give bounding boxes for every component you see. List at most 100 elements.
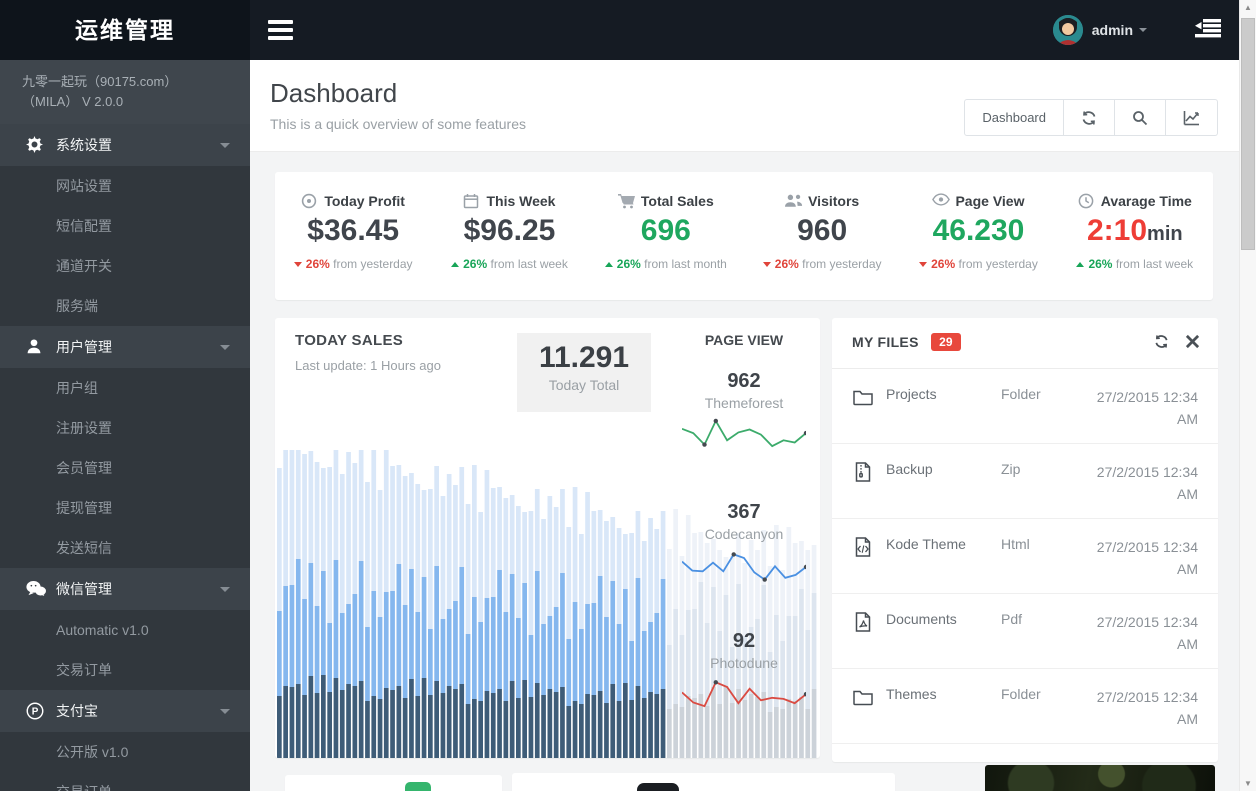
stat-value: 46.230 [900, 214, 1056, 248]
sidebar-section-label: 支付宝 [56, 701, 98, 721]
file-date: 27/2/2015 12:34AM [1071, 686, 1198, 743]
close-icon[interactable] [1185, 334, 1200, 349]
file-name: Themes [886, 686, 1001, 743]
file-date: 27/2/2015 12:34AM [1071, 461, 1198, 518]
sidebar-item[interactable]: 会员管理 [0, 448, 250, 488]
sparkline-chart [682, 545, 806, 589]
sidebar-menu: 系统设置网站设置短信配置通道开关服务端用户管理用户组注册设置会员管理提现管理发送… [0, 124, 250, 791]
my-files-count-badge: 29 [931, 333, 960, 351]
file-row[interactable]: BackupZip27/2/2015 12:34AM [832, 444, 1218, 519]
my-files-header: MY FILES 29 [832, 318, 1218, 368]
stat-total-sales: Total Sales69626% from last month [588, 172, 744, 300]
sidebar-item[interactable]: 通道开关 [0, 246, 250, 286]
stat-value: $36.45 [275, 214, 431, 248]
refresh-button[interactable] [1064, 99, 1115, 136]
page-subtitle: This is a quick overview of some feature… [270, 116, 526, 132]
calendar-icon [463, 193, 479, 209]
stat-trend: 26% from yesterday [275, 257, 431, 271]
stat-trend: 26% from yesterday [744, 257, 900, 271]
page-view-photodune: 92Photodune [671, 630, 817, 723]
today-total-box: 11.291 Today Total [517, 333, 651, 412]
target-icon [301, 193, 317, 209]
page-view-value: 962 [671, 370, 817, 393]
trend-down-icon [919, 262, 927, 267]
chart-line-icon [1183, 110, 1200, 126]
stat-today-profit: Today Profit$36.4526% from yesterday [275, 172, 431, 300]
sidebar-section-label: 微信管理 [56, 579, 112, 599]
sidebar-item[interactable]: 短信配置 [0, 206, 250, 246]
file-date: 27/2/2015 12:34AM [1071, 386, 1198, 443]
user-menu[interactable]: admin [1092, 22, 1133, 38]
search-button[interactable] [1115, 99, 1166, 136]
folder-icon [852, 386, 874, 408]
chevron-down-icon [220, 345, 230, 350]
sidebar-section-alipay[interactable]: P 支付宝 [0, 690, 250, 732]
site-info: 九零一起玩（90175.com） （MILA） V 2.0.0 [0, 60, 250, 124]
right-sidebar-toggle-icon[interactable] [1195, 18, 1221, 43]
avatar[interactable] [1053, 15, 1083, 45]
chevron-down-icon [1139, 28, 1147, 32]
sidebar-item[interactable]: 网站设置 [0, 166, 250, 206]
file-row[interactable]: ThemesFolder27/2/2015 12:34AM [832, 669, 1218, 744]
file-type: Folder [1001, 386, 1071, 443]
site-name: 九零一起玩（90175.com） [22, 72, 250, 92]
sidebar-item[interactable]: Automatic v1.0 [0, 610, 250, 650]
trend-down-icon [763, 262, 771, 267]
bottom-panel-photo [985, 765, 1215, 791]
stat-label: Avarage Time [1101, 193, 1192, 209]
sidebar-section-label: 用户管理 [56, 337, 112, 357]
stat-value: $96.25 [431, 214, 587, 248]
trend-up-icon [451, 262, 459, 267]
file-name: Backup [886, 461, 1001, 518]
today-total-value: 11.291 [517, 341, 651, 375]
today-sales-title: TODAY SALES [295, 332, 403, 349]
users-icon [785, 193, 801, 209]
page-view-themeforest: 962 Themeforest [671, 370, 817, 463]
topbar: 运维管理 admin [0, 0, 1239, 60]
scrollbar-down-arrow[interactable]: ▼ [1240, 779, 1256, 788]
file-row[interactable]: Kode ThemeHtml27/2/2015 12:34AM [832, 519, 1218, 594]
stat-value: 2:10min [1057, 214, 1213, 248]
file-row[interactable]: ProjectsFolder27/2/2015 12:34AM [832, 369, 1218, 444]
sidebar-section-system-settings[interactable]: 系统设置 [0, 124, 250, 166]
sidebar-item[interactable]: 提现管理 [0, 488, 250, 528]
file-date: 27/2/2015 12:34AM [1071, 536, 1198, 593]
hamburger-menu-icon[interactable] [268, 20, 293, 40]
refresh-icon[interactable] [1154, 334, 1169, 349]
trend-up-icon [1076, 262, 1084, 267]
file-name: Documents [886, 611, 1001, 668]
page-view-label: Themeforest [671, 395, 817, 411]
chevron-down-icon [220, 587, 230, 592]
stat-label: Page View [955, 193, 1024, 209]
my-files-title: MY FILES [852, 334, 919, 350]
sidebar-item[interactable]: 注册设置 [0, 408, 250, 448]
alipay-icon: P [26, 702, 44, 720]
scrollbar-thumb[interactable] [1241, 18, 1255, 250]
dashboard-button[interactable]: Dashboard [964, 99, 1064, 136]
scrollbar-up-arrow[interactable]: ▲ [1240, 3, 1256, 12]
stat-trend: 26% from yesterday [900, 257, 1056, 271]
page-view-title: PAGE VIEW [671, 332, 817, 348]
sidebar-item[interactable]: 交易订单 [0, 772, 250, 791]
stat-page-view: Page View 46.230 26% from yesterday [900, 172, 1056, 300]
stats-panel: Today Profit$36.4526% from yesterdayThis… [275, 172, 1213, 300]
sidebar-item[interactable]: 交易订单 [0, 650, 250, 690]
analytics-button[interactable] [1166, 99, 1218, 136]
my-files-list: ProjectsFolder27/2/2015 12:34AMBackupZip… [832, 368, 1218, 744]
chevron-down-icon [220, 143, 230, 148]
stat-value: 960 [744, 214, 900, 248]
stat-this-week: This Week$96.2526% from last week [431, 172, 587, 300]
file-type: Pdf [1001, 611, 1071, 668]
file-row[interactable]: DocumentsPdf27/2/2015 12:34AM [832, 594, 1218, 669]
sidebar-section-user-management[interactable]: 用户管理 [0, 326, 250, 368]
app-logo: 运维管理 [0, 0, 250, 60]
sidebar-section-wechat-management[interactable]: 微信管理 [0, 568, 250, 610]
sidebar-item[interactable]: 用户组 [0, 368, 250, 408]
page-scrollbar[interactable]: ▲ ▼ [1239, 0, 1256, 791]
hamburger-bar [268, 20, 293, 24]
sidebar-item[interactable]: 公开版 v1.0 [0, 732, 250, 772]
sidebar-item[interactable]: 发送短信 [0, 528, 250, 568]
stat-trend: 26% from last month [588, 257, 744, 271]
sidebar-item[interactable]: 服务端 [0, 286, 250, 326]
stat-trend: 26% from last week [431, 257, 587, 271]
